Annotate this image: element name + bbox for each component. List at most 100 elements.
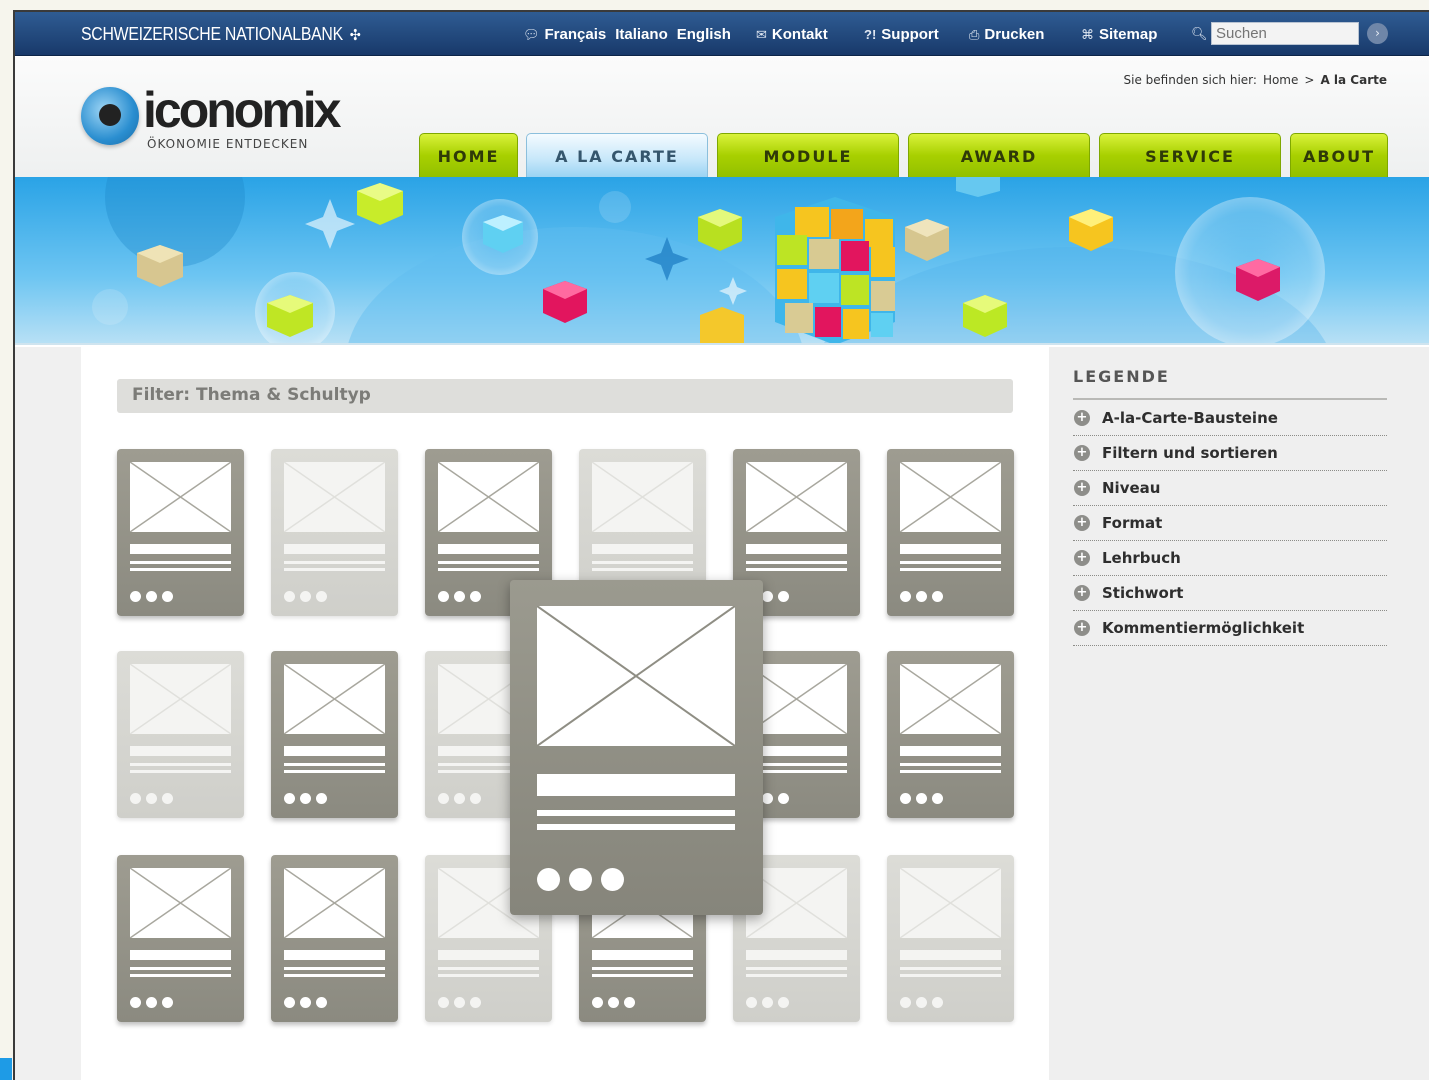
more-dots-icon [900,997,943,1008]
image-placeholder-icon [537,606,735,746]
hero-cubes-illustration [92,177,1326,343]
image-placeholder-icon [130,868,231,938]
tab-about[interactable]: ABOUT [1290,133,1388,177]
more-dots-icon [130,591,173,602]
module-card[interactable] [271,449,398,616]
top-utility-bar: SCHWEIZERISCHE NATIONALBANK ✣ 💬︎ Françai… [15,12,1429,56]
more-dots-icon [900,591,943,602]
legend-item-label: Format [1102,514,1163,532]
plus-circle-icon: + [1074,620,1090,636]
lang-francais[interactable]: Français [545,26,607,43]
more-dots-icon [438,997,481,1008]
plus-circle-icon: + [1074,550,1090,566]
tab-award[interactable]: AWARD [908,133,1090,177]
image-placeholder-icon [130,462,231,532]
more-dots-icon [284,793,327,804]
more-dots-icon [900,793,943,804]
legend-item[interactable]: + A-la-Carte-Bausteine [1073,401,1387,436]
legend-item[interactable]: + Stichwort [1073,576,1387,611]
module-card[interactable] [117,855,244,1022]
module-card[interactable] [887,651,1014,818]
breadcrumb-separator: > [1304,73,1315,87]
sitemap-link[interactable]: ⌘ Sitemap [1081,26,1157,43]
lang-english[interactable]: English [677,26,731,43]
sitemap-icon: ⌘ [1081,26,1094,42]
plus-circle-icon: + [1074,585,1090,601]
envelope-icon: ✉ [756,26,767,42]
image-placeholder-icon [438,462,539,532]
plus-circle-icon: + [1074,445,1090,461]
search-input[interactable] [1211,22,1359,45]
kontakt-link[interactable]: ✉ Kontakt [756,26,828,43]
legend-item[interactable]: + Format [1073,506,1387,541]
more-dots-icon [130,793,173,804]
filter-bar[interactable]: Filter: Thema & Schultyp [117,379,1013,413]
plus-circle-icon: + [1074,480,1090,496]
content-area: Filter: Thema & Schultyp LEGENDE + A-la-… [15,347,1429,1080]
module-card[interactable] [271,855,398,1022]
plus-circle-icon: + [1074,410,1090,426]
image-placeholder-icon [900,462,1001,532]
tab-module[interactable]: MODULE [717,133,899,177]
sitemap-label: Sitemap [1099,26,1158,43]
printer-icon: ⎙ [969,26,980,42]
legend-item-label: Kommentiermöglichkeit [1102,619,1305,637]
arrow-right-icon: › [1375,26,1380,40]
tab-a-la-carte[interactable]: A LA CARTE [526,133,708,177]
module-card[interactable] [117,651,244,818]
legend-list: + A-la-Carte-Bausteine + Filtern und sorti… [1073,401,1387,646]
legend-item-label: Stichwort [1102,584,1184,602]
breadcrumb: Sie befinden sich hier: Home > A la Cart… [1124,73,1388,87]
image-placeholder-icon [900,664,1001,734]
legend-item[interactable]: + Filtern und sortieren [1073,436,1387,471]
image-placeholder-icon [284,462,385,532]
legend-item[interactable]: + Lehrbuch [1073,541,1387,576]
more-dots-icon [592,997,635,1008]
hero-banner [15,177,1429,345]
module-card-enlarged[interactable] [510,580,763,915]
support-label: Support [881,26,939,43]
search-go-button[interactable]: › [1367,23,1388,44]
more-dots-icon [746,997,789,1008]
legend-item[interactable]: + Niveau [1073,471,1387,506]
more-dots-icon [537,868,624,891]
tab-service[interactable]: SERVICE [1099,133,1281,177]
more-dots-icon [284,591,327,602]
more-dots-icon [438,591,481,602]
image-placeholder-icon [592,462,693,532]
speech-bubble-icon: 💬︎ [523,26,540,42]
legend-sidebar: LEGENDE + A-la-Carte-Bausteine + Filtern u… [1049,347,1429,1080]
more-dots-icon [130,997,173,1008]
swiss-cross-icon: ✣ [349,27,361,44]
drucken-link[interactable]: ⎙ Drucken [969,26,1044,43]
module-card[interactable] [271,651,398,818]
iconomix-logo[interactable]: iconomix ÖKONOMIE ENTDECKEN [81,82,341,157]
plus-circle-icon: + [1074,515,1090,531]
more-dots-icon [284,997,327,1008]
drucken-label: Drucken [984,26,1045,43]
module-card[interactable] [887,855,1014,1022]
image-placeholder-icon [746,462,847,532]
support-icon: ?! [864,27,877,42]
image-placeholder-icon [900,868,1001,938]
search-icon: 🔍︎ [1191,26,1208,41]
tab-home[interactable]: HOME [419,133,518,177]
support-link[interactable]: ?! Support [864,26,939,43]
image-placeholder-icon [130,664,231,734]
kontakt-label: Kontakt [771,26,828,43]
snb-brand[interactable]: SCHWEIZERISCHE NATIONALBANK ✣ [81,24,361,45]
breadcrumb-prefix: Sie befinden sich hier: [1123,73,1257,87]
legend-divider [1073,398,1387,400]
module-card[interactable] [117,449,244,616]
module-card[interactable] [887,449,1014,616]
corner-accent [0,1058,12,1080]
legend-title: LEGENDE [1073,367,1170,386]
more-dots-icon [438,793,481,804]
image-placeholder-icon [284,664,385,734]
legend-item[interactable]: + Kommentiermöglichkeit [1073,611,1387,646]
logo-tagline: ÖKONOMIE ENTDECKEN [147,137,309,151]
breadcrumb-current: A la Carte [1320,73,1387,87]
breadcrumb-home[interactable]: Home [1263,73,1298,87]
browser-page: SCHWEIZERISCHE NATIONALBANK ✣ 💬︎ Françai… [13,10,1429,1080]
lang-italiano[interactable]: Italiano [615,26,668,43]
